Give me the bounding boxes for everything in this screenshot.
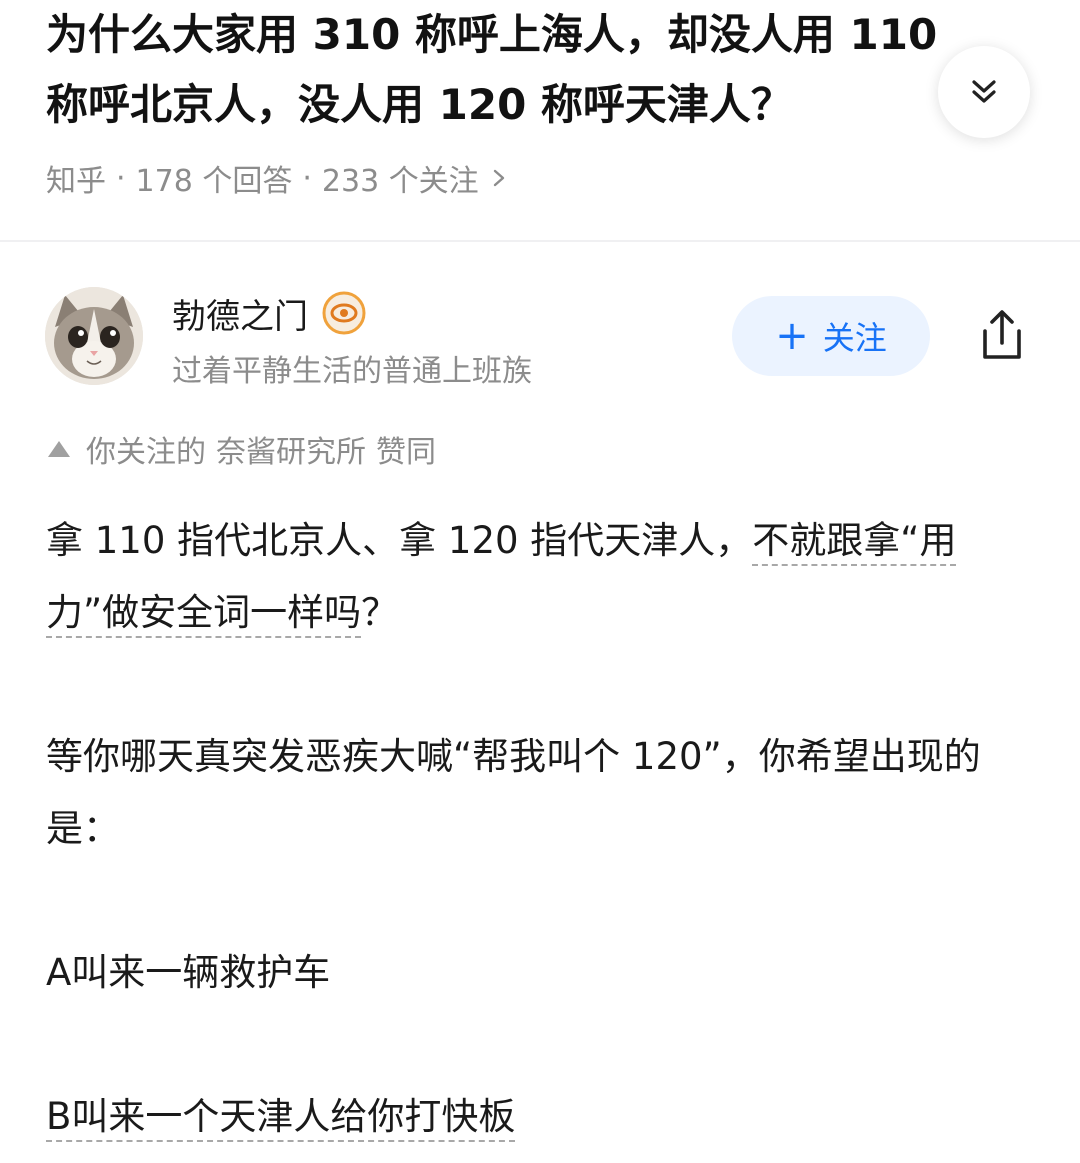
double-chevron-down-icon — [972, 80, 996, 103]
follow-button[interactable]: + 关注 — [732, 296, 930, 376]
endorsement-row[interactable]: 你关注的 奈酱研究所 赞同 — [46, 427, 436, 471]
endorser-name[interactable]: 奈酱研究所 — [216, 427, 366, 471]
chevron-right-icon — [491, 166, 507, 190]
badge-icon[interactable] — [322, 291, 366, 335]
author-avatar[interactable] — [45, 287, 143, 385]
question-title[interactable]: 为什么大家用 310 称呼上海人，却没人用 110 称呼北京人，没人用 120 … — [46, 0, 946, 140]
upvote-triangle-icon — [46, 438, 72, 460]
answer-paragraph: 拿 110 指代北京人、拿 120 指代天津人，不就跟拿“用力”做安全词一样吗？ — [46, 505, 1036, 649]
follow-label: 关注 — [822, 319, 887, 357]
share-icon[interactable] — [973, 307, 1031, 365]
author-name[interactable]: 勃德之门 — [172, 289, 308, 338]
answer-content: 拿 110 指代北京人、拿 120 指代天津人，不就跟拿“用力”做安全词一样吗？… — [46, 505, 1036, 1153]
endorsement-action: 赞同 — [376, 435, 436, 470]
meta-separator: · — [302, 160, 312, 196]
answer-text: 拿 110 指代北京人、拿 120 指代天津人， — [46, 519, 753, 562]
endorsement-prefix: 你关注的 — [86, 435, 206, 470]
follower-count: 233 个关注 — [321, 164, 479, 199]
source-label: 知乎 — [46, 164, 106, 199]
meta-separator: · — [116, 160, 126, 196]
cat-avatar-icon — [45, 287, 143, 385]
answer-paragraph: 等你哪天真突发恶疾大喊“帮我叫个 120”，你希望出现的是： — [46, 735, 981, 850]
answer-paragraph: A叫来一辆救护车 — [46, 951, 331, 994]
answer-highlight-link[interactable]: B叫来一个天津人给你打快板 — [46, 1095, 516, 1142]
question-meta[interactable]: 知乎 · 178 个回答 · 233 个关注 — [46, 155, 507, 201]
answer-text: ？ — [361, 591, 399, 634]
answer-paragraph: B叫来一个天津人给你打快板 — [46, 1081, 1036, 1153]
expand-title-button[interactable] — [938, 46, 1030, 138]
author-name-row[interactable]: 勃德之门 — [172, 289, 366, 338]
plus-icon: + — [775, 313, 809, 359]
section-divider — [0, 240, 1080, 242]
author-bio: 过着平静生活的普通上班族 — [172, 354, 532, 389]
answer-count: 178 个回答 — [135, 164, 293, 199]
